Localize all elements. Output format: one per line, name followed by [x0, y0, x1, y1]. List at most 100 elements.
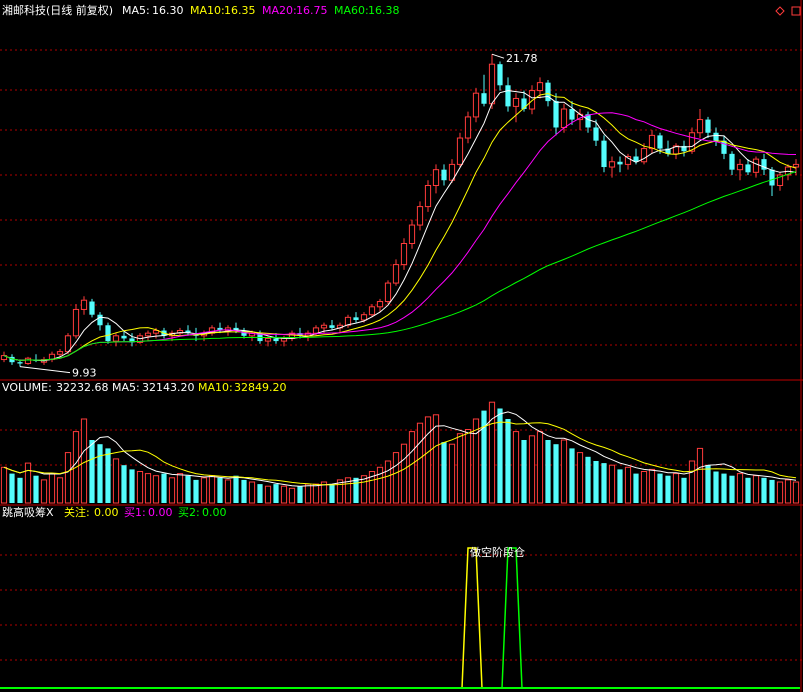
buy1-label: 买1: [124, 506, 146, 519]
volume-bar [576, 452, 584, 504]
volume-ma10-label: MA10: [198, 381, 233, 394]
chart-svg[interactable]: 湘邮科技(日线 前复权) MA5: 16.30 MA10: 16.35 MA20… [0, 0, 803, 692]
volume-bar [136, 471, 144, 504]
volume-bar [601, 463, 607, 503]
volume-bar [9, 473, 15, 503]
ma20-label: MA20: [262, 4, 297, 17]
ma10-label: MA10: [190, 4, 225, 17]
volume-bar [241, 479, 247, 503]
volume-bar [617, 469, 623, 503]
volume-bar [353, 477, 359, 503]
volume-bar [105, 448, 111, 503]
candle-body [752, 158, 760, 173]
candle-body [464, 116, 472, 139]
volume-bar [608, 464, 616, 504]
volume-title: VOLUME: [2, 381, 52, 394]
candle-body [512, 97, 520, 107]
panel-borders [0, 0, 803, 692]
volume-bar [161, 473, 167, 503]
volume-bar [633, 473, 639, 503]
volume-bar [481, 410, 487, 503]
volume-bar [512, 431, 520, 504]
volume-bar [713, 471, 719, 503]
candle-body [312, 327, 320, 334]
volume-bar [769, 479, 775, 503]
volume-bar [233, 475, 239, 503]
high-price-label: 21.78 [506, 52, 538, 65]
volume-bar [264, 485, 272, 504]
volume-bar [688, 460, 696, 504]
candle-body [536, 82, 544, 92]
candle-body [481, 93, 487, 104]
volume-bar [97, 444, 103, 503]
candle-body [424, 184, 432, 208]
volume-bar [657, 473, 663, 503]
candle-body [617, 161, 623, 165]
candle-body [729, 153, 735, 170]
volume-bar [560, 439, 568, 504]
candle-body [273, 338, 279, 342]
volume-bar [745, 477, 751, 503]
volume-bar [257, 484, 263, 503]
candle-body [505, 85, 511, 107]
buy1-value: 0.00 [148, 506, 173, 519]
volume-bar [297, 486, 303, 503]
candle-body [432, 169, 440, 186]
settings-square-icon[interactable] [791, 6, 801, 16]
volume-bar [464, 429, 472, 504]
volume-bar [416, 422, 424, 504]
volume-bar [33, 475, 39, 503]
volume-bar [545, 440, 551, 503]
volume-bar [304, 483, 312, 504]
ma60-line [3, 171, 797, 361]
volume-bar [672, 473, 680, 504]
volume-bar [736, 473, 744, 504]
volume-bar [648, 468, 656, 504]
ma60-value: 16.38 [368, 4, 400, 17]
volume-bar [248, 481, 256, 504]
candle-body [400, 243, 408, 266]
volume-bar [408, 431, 416, 504]
volume-bar [217, 477, 223, 503]
volume-bar [0, 466, 8, 504]
volume-bar [456, 433, 464, 504]
diamond-icon[interactable] [775, 6, 785, 16]
volume-bar [280, 485, 288, 504]
low-pointer-line [19, 366, 71, 374]
volume-bar [521, 440, 527, 503]
volume-bar [792, 481, 800, 504]
candle-body [368, 306, 376, 316]
volume-bar [121, 465, 127, 503]
candle-body [80, 299, 88, 310]
candle-body [264, 337, 272, 342]
volume-bar [17, 477, 23, 503]
focus-value: 0.00 [94, 506, 119, 519]
volume-bar [536, 431, 544, 504]
candle-body [736, 163, 744, 171]
candle-body [105, 325, 111, 342]
candle-body [601, 140, 607, 168]
volume-bar [705, 465, 711, 503]
candle-body [705, 119, 711, 133]
indicator-title: 跳高吸筹X [2, 505, 54, 519]
volume-bar [424, 416, 432, 504]
volume-bar [329, 484, 335, 503]
volume-bar [681, 477, 687, 503]
candle-body [56, 351, 64, 355]
buy2-value: 0.00 [202, 506, 227, 519]
volume-bar [200, 477, 208, 504]
volume-bar [761, 477, 767, 503]
volume-bar [48, 473, 56, 504]
volume-bar [569, 448, 575, 503]
volume-bar [224, 479, 232, 504]
candle-body [560, 108, 568, 128]
candle-body [360, 314, 368, 321]
candle-body [745, 164, 751, 173]
volume-bar [624, 466, 632, 504]
volume-bar [89, 440, 95, 503]
focus-label: 关注: [64, 505, 90, 519]
volume-bar [152, 475, 160, 504]
ma20-value: 16.75 [296, 4, 328, 17]
volume-bar [752, 475, 760, 504]
candle-body [72, 308, 80, 337]
